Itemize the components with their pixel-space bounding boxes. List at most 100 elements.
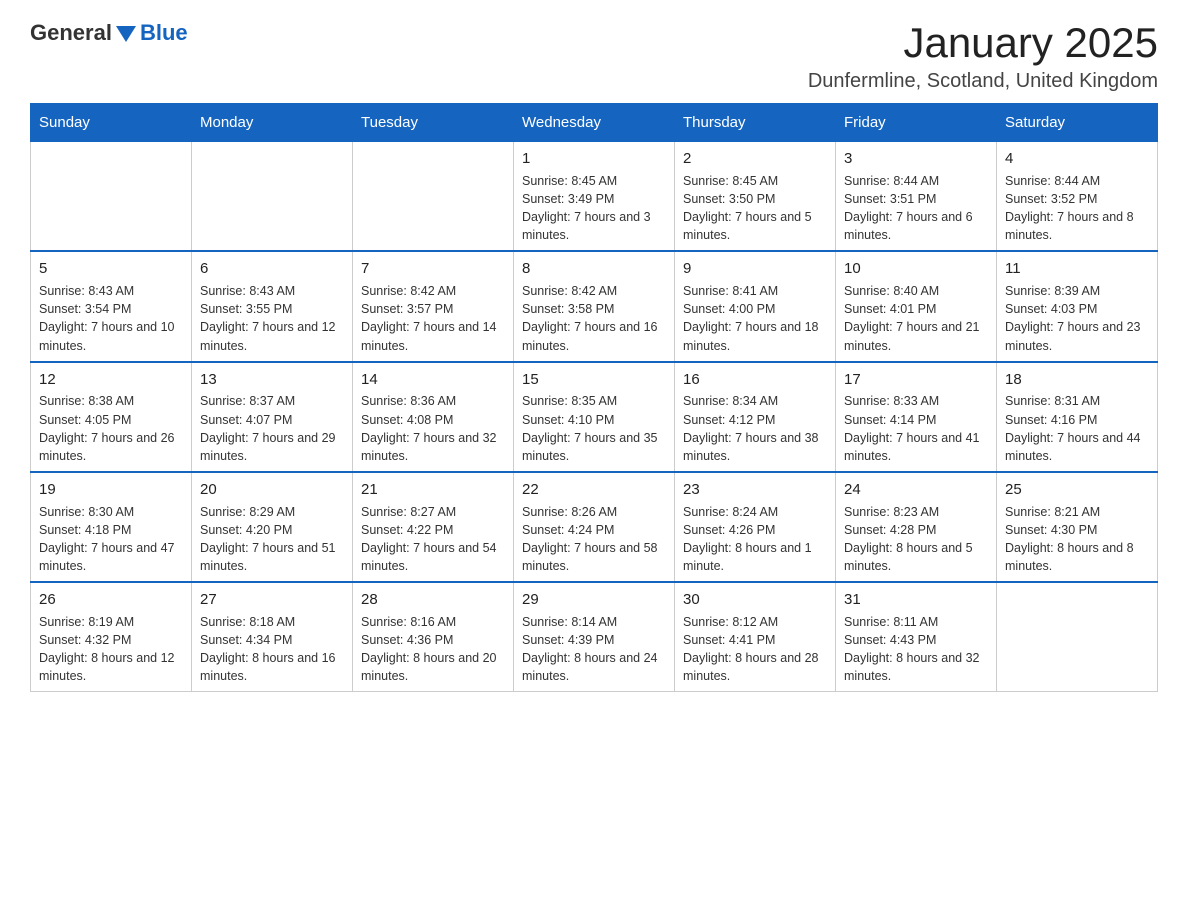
day-number: 12 xyxy=(39,369,183,391)
calendar-cell: 6 Sunrise: 8:43 AM Sunset: 3:55 PM Daylig… xyxy=(192,251,353,361)
day-info: Sunrise: 8:33 AM Sunset: 4:14 PM Dayligh… xyxy=(844,394,980,462)
day-number: 25 xyxy=(1005,479,1149,501)
title-block: January 2025 Dunfermline, Scotland, Unit… xyxy=(808,20,1158,93)
day-number: 1 xyxy=(522,148,666,170)
day-info: Sunrise: 8:29 AM Sunset: 4:20 PM Dayligh… xyxy=(200,505,336,573)
calendar-cell: 18 Sunrise: 8:31 AM Sunset: 4:16 PM Dayli… xyxy=(997,362,1158,472)
day-number: 6 xyxy=(200,258,344,280)
day-info: Sunrise: 8:38 AM Sunset: 4:05 PM Dayligh… xyxy=(39,394,175,462)
calendar-cell: 22 Sunrise: 8:26 AM Sunset: 4:24 PM Dayli… xyxy=(514,472,675,582)
calendar-cell: 10 Sunrise: 8:40 AM Sunset: 4:01 PM Dayli… xyxy=(836,251,997,361)
day-info: Sunrise: 8:40 AM Sunset: 4:01 PM Dayligh… xyxy=(844,284,980,352)
day-info: Sunrise: 8:42 AM Sunset: 3:58 PM Dayligh… xyxy=(522,284,658,352)
calendar-cell: 30 Sunrise: 8:12 AM Sunset: 4:41 PM Dayli… xyxy=(675,582,836,692)
day-number: 11 xyxy=(1005,258,1149,280)
day-info: Sunrise: 8:35 AM Sunset: 4:10 PM Dayligh… xyxy=(522,394,658,462)
calendar-cell: 14Sunrise: 8:36 AM Sunset: 4:08 PM Dayli… xyxy=(353,362,514,472)
week-row-1: 1 Sunrise: 8:45 AM Sunset: 3:49 PM Daylig… xyxy=(31,142,1158,252)
logo-blue-text: Blue xyxy=(140,20,188,46)
calendar-subtitle: Dunfermline, Scotland, United Kingdom xyxy=(808,70,1158,93)
day-number: 15 xyxy=(522,369,666,391)
day-number: 7 xyxy=(361,258,505,280)
header-day-tuesday: Tuesday xyxy=(353,104,514,142)
day-info: Sunrise: 8:26 AM Sunset: 4:24 PM Dayligh… xyxy=(522,505,658,573)
day-number: 4 xyxy=(1005,148,1149,170)
day-info: Sunrise: 8:12 AM Sunset: 4:41 PM Dayligh… xyxy=(683,615,819,683)
calendar-cell: 19Sunrise: 8:30 AM Sunset: 4:18 PM Dayli… xyxy=(31,472,192,582)
calendar-cell: 15 Sunrise: 8:35 AM Sunset: 4:10 PM Dayli… xyxy=(514,362,675,472)
day-number: 27 xyxy=(200,589,344,611)
calendar-cell: 5 Sunrise: 8:43 AM Sunset: 3:54 PM Daylig… xyxy=(31,251,192,361)
logo-general-text: General xyxy=(30,20,112,46)
calendar-cell: 1 Sunrise: 8:45 AM Sunset: 3:49 PM Daylig… xyxy=(514,142,675,252)
day-info: Sunrise: 8:43 AM Sunset: 3:54 PM Dayligh… xyxy=(39,284,175,352)
calendar-cell: 23 Sunrise: 8:24 AM Sunset: 4:26 PM Dayli… xyxy=(675,472,836,582)
calendar-cell xyxy=(31,142,192,252)
day-info: Sunrise: 8:44 AM Sunset: 3:52 PM Dayligh… xyxy=(1005,174,1134,242)
calendar-cell: 12 Sunrise: 8:38 AM Sunset: 4:05 PM Dayli… xyxy=(31,362,192,472)
day-number: 18 xyxy=(1005,369,1149,391)
day-number: 2 xyxy=(683,148,827,170)
calendar-cell xyxy=(353,142,514,252)
day-info: Sunrise: 8:45 AM Sunset: 3:50 PM Dayligh… xyxy=(683,174,812,242)
day-info: Sunrise: 8:30 AM Sunset: 4:18 PM Dayligh… xyxy=(39,505,175,573)
calendar-cell: 16 Sunrise: 8:34 AM Sunset: 4:12 PM Dayli… xyxy=(675,362,836,472)
day-number: 3 xyxy=(844,148,988,170)
calendar-cell: 21Sunrise: 8:27 AM Sunset: 4:22 PM Dayli… xyxy=(353,472,514,582)
day-number: 30 xyxy=(683,589,827,611)
header-row: SundayMondayTuesdayWednesdayThursdayFrid… xyxy=(31,104,1158,142)
day-info: Sunrise: 8:16 AM Sunset: 4:36 PM Dayligh… xyxy=(361,615,497,683)
calendar-cell: 29Sunrise: 8:14 AM Sunset: 4:39 PM Dayli… xyxy=(514,582,675,692)
day-number: 14 xyxy=(361,369,505,391)
day-number: 5 xyxy=(39,258,183,280)
day-number: 20 xyxy=(200,479,344,501)
header-day-monday: Monday xyxy=(192,104,353,142)
week-row-4: 19Sunrise: 8:30 AM Sunset: 4:18 PM Dayli… xyxy=(31,472,1158,582)
calendar-cell: 8 Sunrise: 8:42 AM Sunset: 3:58 PM Daylig… xyxy=(514,251,675,361)
calendar-cell: 11 Sunrise: 8:39 AM Sunset: 4:03 PM Dayli… xyxy=(997,251,1158,361)
day-number: 16 xyxy=(683,369,827,391)
day-info: Sunrise: 8:34 AM Sunset: 4:12 PM Dayligh… xyxy=(683,394,819,462)
header-day-wednesday: Wednesday xyxy=(514,104,675,142)
day-info: Sunrise: 8:42 AM Sunset: 3:57 PM Dayligh… xyxy=(361,284,497,352)
page-header: General Blue January 2025 Dunfermline, S… xyxy=(30,20,1158,93)
day-info: Sunrise: 8:18 AM Sunset: 4:34 PM Dayligh… xyxy=(200,615,336,683)
day-info: Sunrise: 8:37 AM Sunset: 4:07 PM Dayligh… xyxy=(200,394,336,462)
week-row-5: 26Sunrise: 8:19 AM Sunset: 4:32 PM Dayli… xyxy=(31,582,1158,692)
day-info: Sunrise: 8:31 AM Sunset: 4:16 PM Dayligh… xyxy=(1005,394,1141,462)
day-info: Sunrise: 8:41 AM Sunset: 4:00 PM Dayligh… xyxy=(683,284,819,352)
day-number: 21 xyxy=(361,479,505,501)
day-info: Sunrise: 8:45 AM Sunset: 3:49 PM Dayligh… xyxy=(522,174,651,242)
day-number: 17 xyxy=(844,369,988,391)
day-info: Sunrise: 8:14 AM Sunset: 4:39 PM Dayligh… xyxy=(522,615,658,683)
calendar-cell: 24 Sunrise: 8:23 AM Sunset: 4:28 PM Dayli… xyxy=(836,472,997,582)
day-number: 24 xyxy=(844,479,988,501)
calendar-cell: 4 Sunrise: 8:44 AM Sunset: 3:52 PM Daylig… xyxy=(997,142,1158,252)
header-day-saturday: Saturday xyxy=(997,104,1158,142)
logo: General Blue xyxy=(30,20,188,46)
calendar-cell: 7 Sunrise: 8:42 AM Sunset: 3:57 PM Daylig… xyxy=(353,251,514,361)
day-number: 22 xyxy=(522,479,666,501)
day-info: Sunrise: 8:23 AM Sunset: 4:28 PM Dayligh… xyxy=(844,505,973,573)
calendar-cell: 13 Sunrise: 8:37 AM Sunset: 4:07 PM Dayli… xyxy=(192,362,353,472)
calendar-cell xyxy=(192,142,353,252)
day-info: Sunrise: 8:11 AM Sunset: 4:43 PM Dayligh… xyxy=(844,615,980,683)
logo-triangle-icon xyxy=(116,26,136,42)
header-day-thursday: Thursday xyxy=(675,104,836,142)
calendar-cell: 3 Sunrise: 8:44 AM Sunset: 3:51 PM Daylig… xyxy=(836,142,997,252)
day-number: 13 xyxy=(200,369,344,391)
calendar-cell: 17 Sunrise: 8:33 AM Sunset: 4:14 PM Dayli… xyxy=(836,362,997,472)
header-day-friday: Friday xyxy=(836,104,997,142)
day-number: 10 xyxy=(844,258,988,280)
day-number: 8 xyxy=(522,258,666,280)
calendar-cell: 2 Sunrise: 8:45 AM Sunset: 3:50 PM Daylig… xyxy=(675,142,836,252)
calendar-cell: 28Sunrise: 8:16 AM Sunset: 4:36 PM Dayli… xyxy=(353,582,514,692)
day-number: 23 xyxy=(683,479,827,501)
calendar-table: SundayMondayTuesdayWednesdayThursdayFrid… xyxy=(30,103,1158,692)
day-info: Sunrise: 8:24 AM Sunset: 4:26 PM Dayligh… xyxy=(683,505,812,573)
day-info: Sunrise: 8:44 AM Sunset: 3:51 PM Dayligh… xyxy=(844,174,973,242)
calendar-cell: 27 Sunrise: 8:18 AM Sunset: 4:34 PM Dayli… xyxy=(192,582,353,692)
day-info: Sunrise: 8:39 AM Sunset: 4:03 PM Dayligh… xyxy=(1005,284,1141,352)
calendar-cell xyxy=(997,582,1158,692)
day-info: Sunrise: 8:43 AM Sunset: 3:55 PM Dayligh… xyxy=(200,284,336,352)
